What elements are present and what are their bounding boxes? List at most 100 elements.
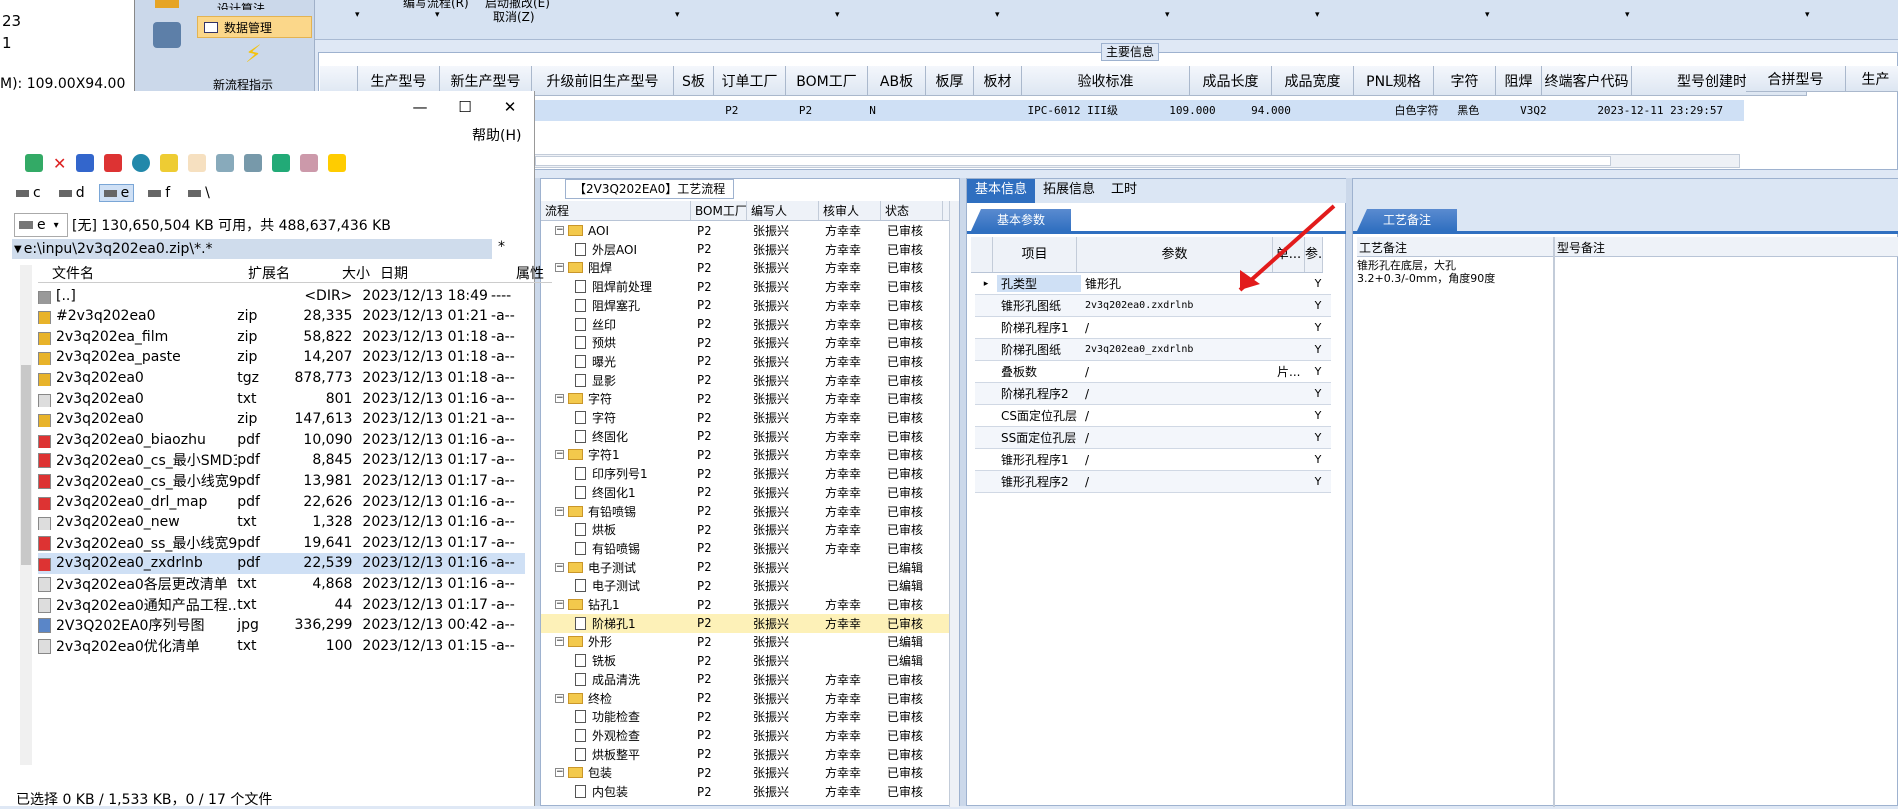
main-col-header[interactable]: 升级前旧生产型号 bbox=[532, 66, 674, 96]
main-col-header[interactable]: 板厚 bbox=[926, 66, 974, 96]
delete-icon[interactable]: ✕ bbox=[53, 154, 66, 173]
param-row[interactable]: 阶梯孔程序1 / Y bbox=[975, 317, 1331, 339]
image-icon[interactable] bbox=[300, 154, 319, 172]
flow-row[interactable]: 功能检查 P2 张振兴 方幸幸 已审核 bbox=[541, 707, 953, 726]
flow-col-header[interactable]: BOM工厂 bbox=[691, 201, 747, 220]
param-row[interactable]: 锥形孔程序2 / Y bbox=[975, 471, 1331, 493]
param-row[interactable]: SS面定位孔层 / Y bbox=[975, 427, 1331, 449]
file-row[interactable]: 2V3Q202EA0序列号图 jpg 336,299 2023/12/13 00:42… bbox=[38, 615, 525, 636]
flow-row[interactable]: 有铅喷锡 P2 张振兴 方幸幸 已审核 bbox=[541, 539, 953, 558]
file-row[interactable]: 2v3q202ea0优化清单 txt 100 2023/12/13 01:15 -a-- bbox=[38, 635, 525, 656]
collapse-icon[interactable]: − bbox=[555, 263, 564, 273]
param-value[interactable]: / bbox=[1081, 387, 1277, 401]
chevron-down-icon[interactable]: ▾ bbox=[1315, 10, 1320, 20]
flow-row[interactable]: 阻焊塞孔 P2 张振兴 方幸幸 已审核 bbox=[541, 296, 953, 315]
refresh-icon[interactable] bbox=[25, 154, 43, 172]
param-row[interactable]: 锥形孔程序1 / Y bbox=[975, 449, 1331, 471]
chevron-down-icon[interactable]: ▾ bbox=[355, 10, 360, 20]
param-row[interactable]: 阶梯孔图纸 2v3q202ea0_zxdrlnb Y bbox=[975, 339, 1331, 361]
subtab-basic-params[interactable]: 基本参数 bbox=[971, 209, 1071, 231]
file-row[interactable]: 2v3q202ea_film zip 58,822 2023/12/13 01:18-… bbox=[38, 326, 525, 347]
main-col-header[interactable]: PNL规格 bbox=[1354, 66, 1434, 96]
close-icon[interactable]: ✕ bbox=[490, 95, 530, 119]
flow-row[interactable]: 丝印 P2 张振兴 方幸幸 已审核 bbox=[541, 315, 953, 334]
hscroll-thumb[interactable] bbox=[535, 156, 1611, 166]
chevron-down-icon[interactable]: ▾ bbox=[675, 10, 680, 20]
param-value[interactable]: / bbox=[1081, 321, 1277, 335]
file-row[interactable]: 2v3q202ea0_biaozhu pdf 10,090 2023/12/13 01… bbox=[38, 429, 525, 450]
main-col-header[interactable]: 订单工厂 bbox=[714, 66, 786, 96]
minimize-icon[interactable]: — bbox=[400, 95, 440, 119]
path-filter[interactable]: * bbox=[498, 239, 505, 255]
param-row[interactable]: CS面定位孔层 / Y bbox=[975, 405, 1331, 427]
flow-row[interactable]: − 终检 P2 张振兴 方幸幸 已审核 bbox=[541, 689, 953, 708]
pdf-tool-icon[interactable] bbox=[104, 154, 123, 172]
param-value[interactable]: 2v3q202ea0_zxdrlnb bbox=[1081, 344, 1277, 355]
font-icon[interactable] bbox=[188, 154, 207, 172]
main-col-header[interactable]: 阻焊 bbox=[1496, 66, 1542, 96]
file-row[interactable]: 2v3q202ea0 zip 147,613 2023/12/13 01:21 -a-- bbox=[38, 409, 525, 430]
print-icon[interactable] bbox=[216, 154, 235, 172]
chevron-down-icon[interactable]: ▾ bbox=[1625, 10, 1630, 20]
menu-item-data-manage[interactable]: 数据管理 bbox=[197, 16, 312, 38]
flow-row[interactable]: − 钻孔1 P2 张振兴 方幸幸 已审核 bbox=[541, 595, 953, 614]
color-icon[interactable] bbox=[76, 154, 95, 172]
users-icon[interactable] bbox=[244, 154, 263, 172]
main-col-header[interactable]: 字符 bbox=[1434, 66, 1496, 96]
flow-row[interactable]: 终固化 P2 张振兴 方幸幸 已审核 bbox=[541, 427, 953, 446]
main-col-header[interactable]: 验收标准 bbox=[1022, 66, 1190, 96]
menu-cancel[interactable]: 取消(Z) bbox=[493, 8, 535, 25]
file-row[interactable]: 2v3q202ea0_drl_map pdf 22,626 2023/12/13 01… bbox=[38, 491, 525, 512]
excel-icon[interactable] bbox=[272, 154, 291, 172]
flow-row[interactable]: − 包装 P2 张振兴 方幸幸 已审核 bbox=[541, 763, 953, 782]
flow-row[interactable]: − AOI P2 张振兴 方幸幸 已审核 bbox=[541, 221, 953, 240]
fm-vscroll-thumb[interactable] bbox=[21, 365, 31, 565]
file-row[interactable]: 2v3q202ea0_cs_最小SMD3... pdf 8,845 2023/12/1… bbox=[38, 450, 525, 471]
flow-row[interactable]: 终固化1 P2 张振兴 方幸幸 已审核 bbox=[541, 483, 953, 502]
collapse-icon[interactable]: − bbox=[555, 693, 564, 703]
main-col-header[interactable]: 终端客户代码 bbox=[1542, 66, 1632, 96]
main-col-header[interactable]: 板材 bbox=[974, 66, 1022, 96]
flow-row[interactable]: 印序列号1 P2 张振兴 方幸幸 已审核 bbox=[541, 464, 953, 483]
param-value[interactable]: / bbox=[1081, 365, 1277, 379]
param-row[interactable]: 叠板数 / 片... Y bbox=[975, 361, 1331, 383]
flow-row[interactable]: 电子测试 P2 张振兴 已编辑 bbox=[541, 576, 953, 595]
drive-3[interactable]: f bbox=[144, 185, 174, 201]
chevron-down-icon[interactable]: ▾ bbox=[995, 10, 1000, 20]
file-row[interactable]: 2v3q202ea0_ss_最小线宽9... pdf 19,641 2023/12/1… bbox=[38, 532, 525, 553]
chevron-down-icon[interactable]: ▾ bbox=[835, 10, 840, 20]
chevron-down-icon[interactable]: ▾ bbox=[1805, 10, 1810, 20]
row-indicator[interactable]: ▸ bbox=[975, 279, 997, 289]
collapse-icon[interactable]: − bbox=[555, 450, 564, 460]
main-col-header[interactable]: S板 bbox=[674, 66, 714, 96]
file-row[interactable]: 2v3q202ea_paste zip 14,207 2023/12/13 01:18… bbox=[38, 347, 525, 368]
flow-row[interactable]: 阶梯孔1 P2 张振兴 方幸幸 已审核 bbox=[541, 613, 953, 633]
file-row[interactable]: 2v3q202ea0_zxdrlnb pdf 22,539 2023/12/13 01… bbox=[38, 552, 525, 574]
param-value[interactable]: / bbox=[1081, 431, 1277, 445]
detail-tab[interactable]: 基本信息 bbox=[967, 179, 1036, 203]
drive-1[interactable]: d bbox=[55, 185, 89, 201]
flow-row[interactable]: − 字符1 P2 张振兴 方幸幸 已审核 bbox=[541, 445, 953, 464]
maximize-icon[interactable]: ☐ bbox=[445, 95, 485, 119]
chevron-down-icon[interactable]: ▾ bbox=[1165, 10, 1170, 20]
remark-tab[interactable]: 工艺备注 bbox=[1357, 209, 1457, 231]
flow-row[interactable]: − 电子测试 P2 张振兴 已编辑 bbox=[541, 558, 953, 577]
file-row[interactable]: 2v3q202ea0通知产品工程... txt 44 2023/12/13 01:17… bbox=[38, 594, 525, 615]
drive-2[interactable]: e bbox=[98, 184, 135, 202]
flow-col-header[interactable]: 状态 bbox=[881, 201, 943, 220]
flow-row[interactable]: 字符 P2 张振兴 方幸幸 已审核 bbox=[541, 408, 953, 427]
flow-col-header[interactable]: 编写人 bbox=[747, 201, 819, 220]
flow-row[interactable]: 显影 P2 张振兴 方幸幸 已审核 bbox=[541, 371, 953, 390]
drive-0[interactable]: c bbox=[12, 185, 45, 201]
col-header-date[interactable]: 日期 bbox=[374, 263, 512, 283]
file-row[interactable]: 2v3q202ea0 tgz 878,773 2023/12/13 01:18 -a-- bbox=[38, 367, 525, 388]
shield-icon[interactable] bbox=[328, 154, 347, 172]
detail-tab[interactable]: 工时 bbox=[1103, 179, 1145, 203]
flow-row[interactable]: 内包装 P2 张振兴 方幸幸 已审核 bbox=[541, 782, 953, 801]
flow-row[interactable]: − 字符 P2 张振兴 方幸幸 已审核 bbox=[541, 389, 953, 408]
path-bar[interactable]: ▼ e:\inpu\2v3q202ea0.zip\*.* bbox=[12, 239, 492, 259]
collapse-icon[interactable]: − bbox=[555, 394, 564, 404]
flow-row[interactable]: 烘板整平 P2 张振兴 方幸幸 已审核 bbox=[541, 745, 953, 764]
file-row[interactable]: #2v3q202ea0 zip 28,335 2023/12/13 01:21 -a-- bbox=[38, 306, 525, 327]
help-menu[interactable]: 帮助(H) bbox=[472, 125, 521, 145]
